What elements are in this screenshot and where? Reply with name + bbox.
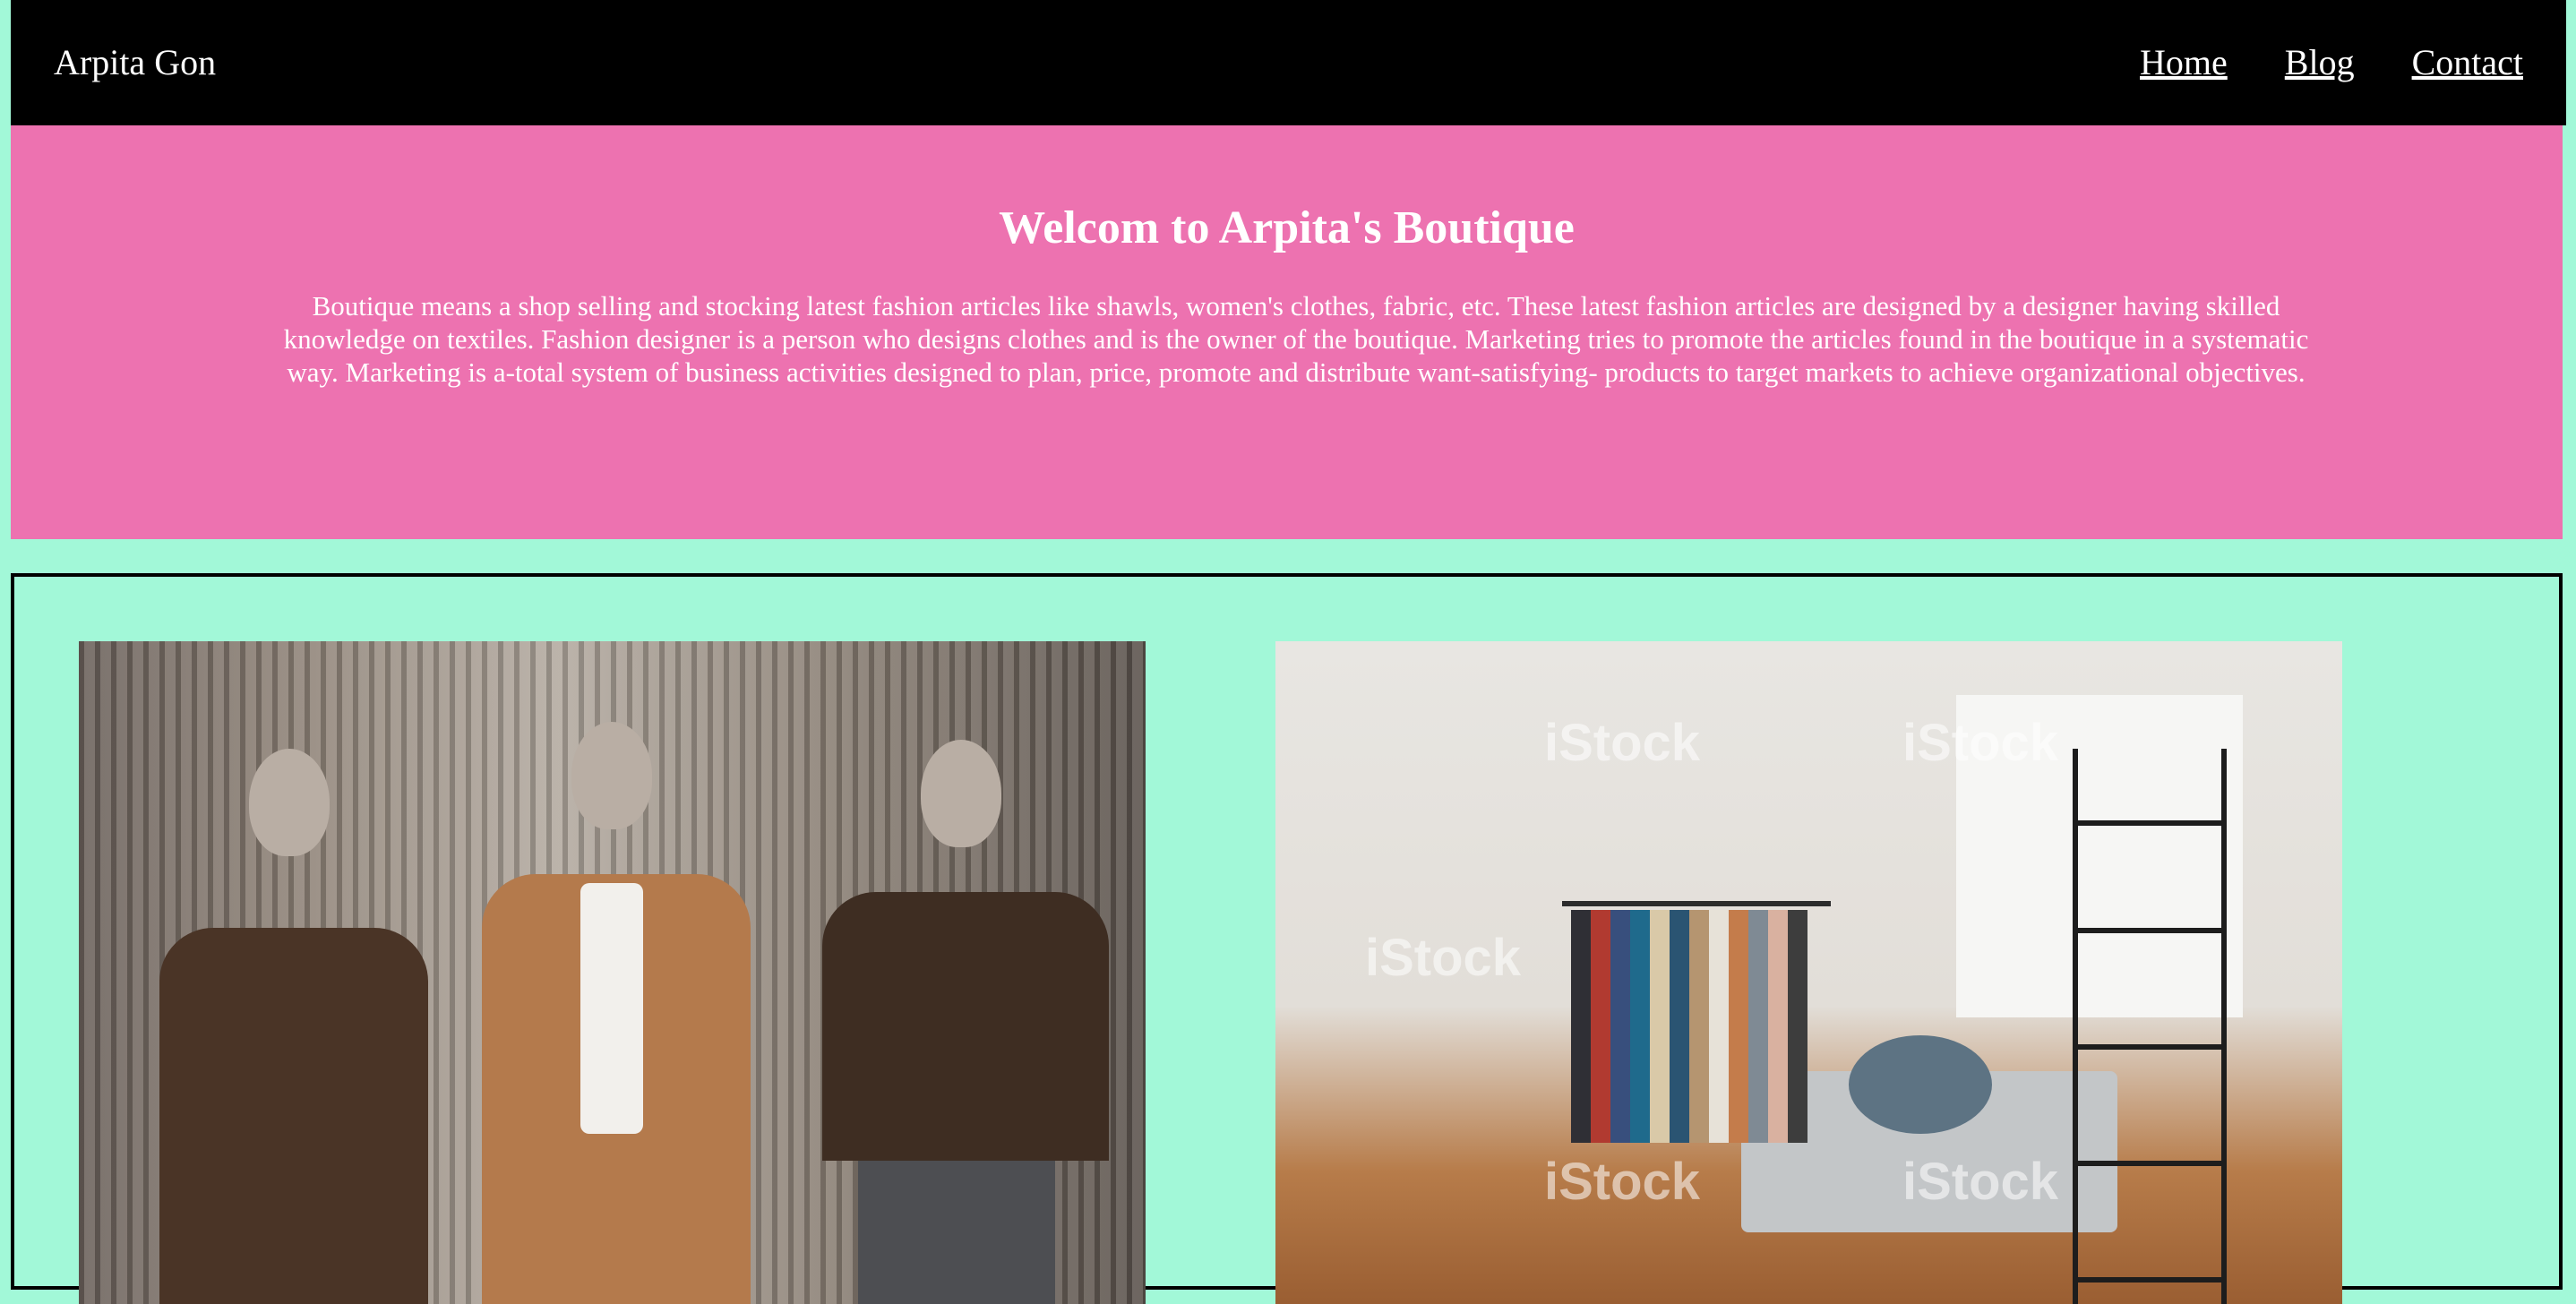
mannequin-left bbox=[142, 749, 464, 1304]
mannequin-right bbox=[795, 740, 1118, 1304]
clothing-rack bbox=[1562, 901, 1831, 906]
istock-watermark: iStock bbox=[1544, 714, 1701, 772]
nav-link-blog[interactable]: Blog bbox=[2285, 39, 2355, 86]
pouf bbox=[1849, 1035, 1992, 1134]
mannequin-center bbox=[455, 722, 777, 1304]
nav-link-contact[interactable]: Contact bbox=[2412, 39, 2523, 86]
mannequins-photo bbox=[79, 641, 1146, 1304]
brand-name[interactable]: Arpita Gon bbox=[54, 39, 216, 86]
navbar: Arpita Gon Home Blog Contact bbox=[11, 0, 2566, 125]
hanging-clothes bbox=[1571, 910, 1807, 1143]
hero-section: Welcom to Arpita's Boutique Boutique mea… bbox=[11, 125, 2563, 539]
image-gallery: iStock iStock iStock iStock iStock bbox=[11, 573, 2563, 1304]
boutique-interior-photo: iStock iStock iStock iStock iStock bbox=[1275, 641, 2342, 1304]
hero-title: Welcom to Arpita's Boutique bbox=[999, 202, 1575, 253]
display-shelf bbox=[2073, 749, 2227, 1304]
istock-watermark: iStock bbox=[1365, 929, 1522, 987]
nav-link-home[interactable]: Home bbox=[2140, 39, 2228, 86]
istock-watermark: iStock bbox=[1544, 1153, 1701, 1211]
istock-watermark: iStock bbox=[1902, 1153, 2059, 1211]
istock-watermark: iStock bbox=[1902, 714, 2059, 772]
hero-description: Boutique means a shop selling and stocki… bbox=[283, 290, 2309, 388]
nav-links: Home Blog Contact bbox=[2140, 39, 2523, 86]
